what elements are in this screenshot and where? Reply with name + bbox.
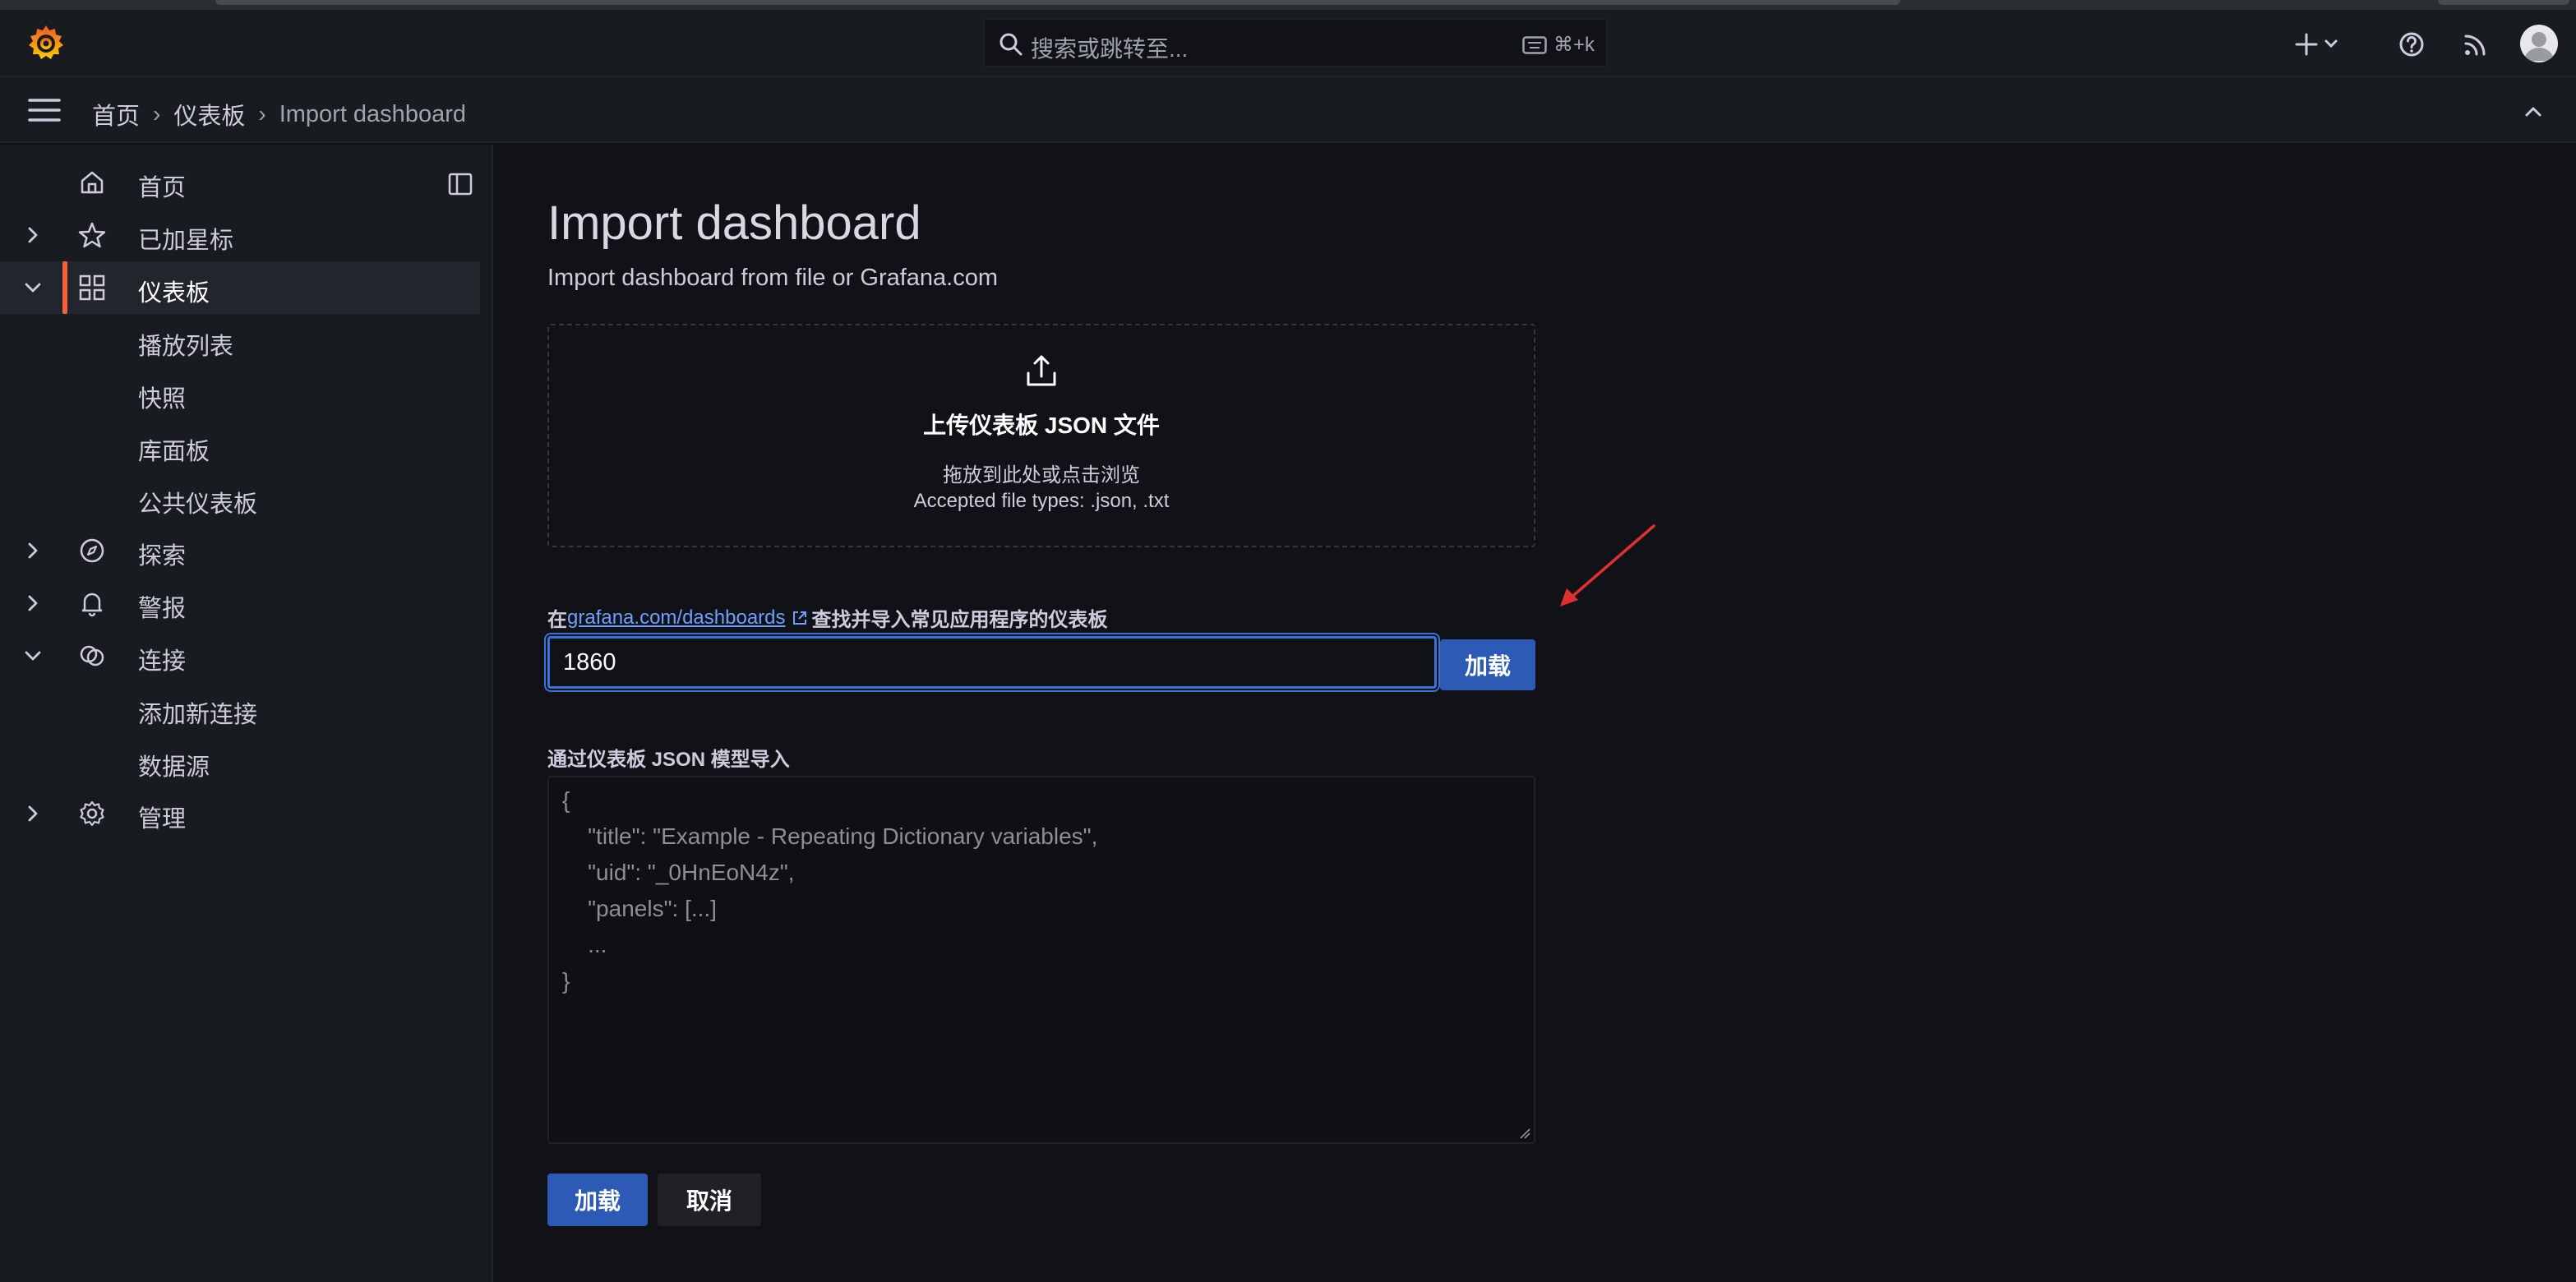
sidebar-subitem-playlists[interactable]: 播放列表 [138,327,233,362]
sidebar-item-label: 首页 [138,175,187,201]
chevron-up-icon[interactable] [2520,99,2546,125]
add-new-button[interactable] [2295,26,2346,62]
grafana-dashboards-link[interactable]: grafana.com/dashboards [567,606,786,629]
chevron-right-icon[interactable] [21,592,44,615]
search-placeholder: 搜索或跳转至... [1031,36,1189,62]
compass-icon [80,538,104,563]
top-bar: 搜索或跳转至... ⌘+k [0,10,2576,77]
grafana-id-label: 在 grafana.com/dashboards 查找并导入常见应用程序的仪表板 [547,603,1108,632]
upload-hint: 拖放到此处或点击浏览 [943,464,1140,487]
sidebar-item-label: 连接 [138,648,187,675]
grafana-logo-icon[interactable] [26,23,66,62]
sidebar-subitem-public-dashboards[interactable]: 公共仪表板 [138,485,257,519]
sidebar-item-administration[interactable]: 管理 [0,787,480,840]
sidebar-item-label: 仪表板 [138,280,210,307]
upload-icon [1027,355,1056,386]
avatar[interactable] [2520,25,2558,62]
browser-tab-edge [2438,0,2569,5]
bell-icon [81,593,103,617]
sidebar: 首页 已加星标 仪表板 播放列表 快照 库面板 公共仪表板 探索 警报 连接 添… [0,145,493,1282]
apps-icon [79,274,105,301]
sidebar-item-label: 管理 [138,806,187,832]
chevron-down-icon[interactable] [21,644,44,667]
sidebar-item-label: 警报 [138,596,187,622]
sidebar-item-home[interactable]: 首页 [0,156,480,209]
json-placeholder-line: "uid": "_0HnEoN4z", [562,860,795,885]
sidebar-item-starred[interactable]: 已加星标 [0,209,480,261]
sidebar-subitem-data-sources[interactable]: 数据源 [138,748,210,782]
sidebar-item-explore[interactable]: 探索 [0,524,480,577]
chevron-down-icon [2324,39,2338,48]
sidebar-subitem-snapshots[interactable]: 快照 [138,380,186,414]
json-placeholder-line: "title": "Example - Repeating Dictionary… [562,823,1098,849]
sidebar-item-label: 已加星标 [138,228,234,254]
annotation-arrow-icon [1560,524,1655,606]
gear-icon [80,800,104,827]
page-title: Import dashboard [547,196,921,250]
json-placeholder-line: { [562,787,570,813]
chevron-right-icon[interactable] [21,539,44,562]
grafana-id-label-suffix: 查找并导入常见应用程序的仪表板 [811,609,1108,631]
json-placeholder-line: "panels": [...] [562,896,717,921]
breadcrumb-separator-icon: › [258,101,266,127]
search-shortcut-text: ⌘+k [1553,34,1595,56]
browser-top-strip [0,0,2576,10]
sidebar-item-alerting[interactable]: 警报 [0,577,480,629]
upload-title: 上传仪表板 JSON 文件 [923,413,1160,438]
json-model-label: 通过仪表板 JSON 模型导入 [547,749,790,771]
breadcrumb-bar: 首页 › 仪表板 › Import dashboard [0,77,2576,143]
breadcrumb-current: Import dashboard [279,100,466,127]
link-icon [80,645,104,666]
json-placeholder-line: } [562,968,570,994]
json-placeholder-line: ... [562,932,607,957]
browser-tab-edge [215,0,1900,5]
sidebar-item-dashboards[interactable]: 仪表板 [0,261,480,314]
cancel-button[interactable]: 取消 [658,1174,761,1226]
active-indicator [62,261,67,314]
resize-handle-icon[interactable] [1519,1128,1530,1139]
chevron-right-icon[interactable] [21,224,44,247]
load-id-button[interactable]: 加载 [1440,639,1535,690]
chevron-right-icon[interactable] [21,802,44,825]
breadcrumb: 首页 › 仪表板 › Import dashboard [92,97,466,131]
help-icon[interactable] [2394,26,2430,62]
main-content: Import dashboard Import dashboard from f… [495,145,2576,1282]
sidebar-item-connections[interactable]: 连接 [0,629,480,682]
breadcrumb-dashboards[interactable]: 仪表板 [173,97,245,131]
keyboard-icon [1522,35,1547,54]
grafana-id-label-prefix: 在 [547,609,567,631]
external-link-icon [792,611,806,625]
breadcrumb-home[interactable]: 首页 [92,97,140,131]
search-shortcut: ⌘+k [1522,33,1595,57]
sidebar-subitem-add-connection[interactable]: 添加新连接 [138,695,257,730]
page-subtitle: Import dashboard from file or Grafana.co… [547,265,999,291]
search-bar[interactable]: 搜索或跳转至... ⌘+k [983,18,1608,67]
breadcrumb-separator-icon: › [153,101,161,127]
json-model-textarea[interactable]: { "title": "Example - Repeating Dictiona… [547,776,1535,1144]
star-icon [78,222,106,248]
menu-icon[interactable] [28,95,61,125]
sidebar-subitem-library-panels[interactable]: 库面板 [138,432,210,467]
load-button[interactable]: 加载 [547,1174,648,1226]
file-upload-dropzone[interactable]: 上传仪表板 JSON 文件 拖放到此处或点击浏览 Accepted file t… [547,324,1535,547]
news-feed-icon[interactable] [2458,26,2494,62]
chevron-down-icon[interactable] [21,276,44,299]
home-icon [81,171,104,194]
avatar-icon [2524,32,2554,61]
upload-accepted-types: Accepted file types: .json, .txt [913,490,1170,512]
grafana-dashboard-id-input[interactable] [547,636,1437,689]
sidebar-item-label: 探索 [138,543,187,570]
search-icon [999,33,1023,56]
